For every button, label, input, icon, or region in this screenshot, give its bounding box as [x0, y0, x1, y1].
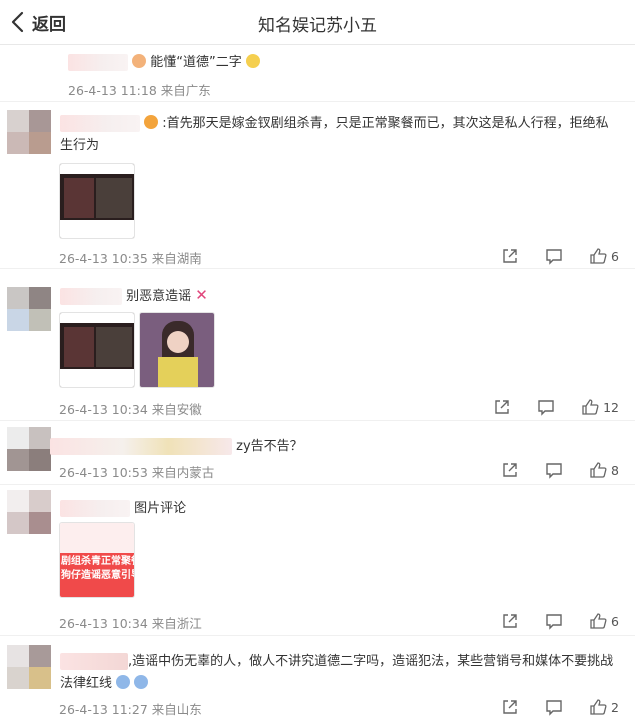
- divider: [0, 101, 635, 102]
- reply-button[interactable]: [545, 461, 563, 479]
- username-blurred[interactable]: [50, 438, 232, 455]
- username-blurred[interactable]: [60, 288, 122, 305]
- comment-body: 图片评论: [60, 498, 186, 520]
- cross-mark-icon: ✕: [195, 286, 208, 304]
- divider: [0, 635, 635, 636]
- comment-text: zy告不告？: [236, 439, 303, 454]
- username-blurred[interactable]: [60, 115, 140, 132]
- comment-body: 能懂“道德”二字: [68, 52, 260, 74]
- crying-emoji-icon: [134, 675, 149, 689]
- comment-text: 能懂“道德”二字: [150, 55, 242, 70]
- reply-button[interactable]: [545, 698, 563, 716]
- divider: [0, 268, 635, 269]
- comment-actions: 6: [475, 612, 619, 630]
- crying-emoji-icon: [116, 675, 131, 689]
- share-button[interactable]: [501, 247, 519, 265]
- comment-actions: 8: [475, 461, 619, 479]
- comment-text: :首先那天是嫁金钗剧组杀青，只是正常聚餐而已，其次这是私人行程，拒绝私生行为: [60, 116, 609, 153]
- comment-icon: [538, 400, 554, 416]
- dog-emoji-icon: [132, 54, 147, 68]
- avatar-blurred[interactable]: [7, 490, 51, 534]
- comment-meta: 26-4-13 10:34 来自浙江: [59, 616, 202, 631]
- reply-button[interactable]: [537, 398, 555, 416]
- like-count: 8: [611, 462, 619, 478]
- username-blurred[interactable]: [68, 54, 128, 71]
- comment-icon: [546, 249, 562, 265]
- comment-image[interactable]: [139, 312, 215, 388]
- share-button[interactable]: [501, 698, 519, 716]
- share-button[interactable]: [501, 461, 519, 479]
- like-count: 6: [611, 248, 619, 264]
- like-button[interactable]: 6: [589, 612, 619, 630]
- like-icon: [582, 399, 599, 415]
- comment-meta: 26-4-13 10:34 来自安徽: [59, 402, 202, 417]
- smirk-emoji-icon: [245, 54, 260, 68]
- avatar-blurred[interactable]: [7, 287, 51, 331]
- image-caption: 剧组杀青正常聚餐: [61, 556, 135, 567]
- comment-meta: 26-4-13 11:27 来自山东: [59, 702, 202, 717]
- like-count: 2: [611, 699, 619, 715]
- comment-body: zy告不告？: [50, 436, 303, 458]
- comment-meta: 26-4-13 11:18 来自广东: [68, 83, 211, 98]
- avatar-blurred[interactable]: [7, 645, 51, 689]
- comment-text: 别恶意造谣: [126, 289, 192, 304]
- comment-actions: 2: [475, 698, 619, 716]
- like-button[interactable]: 12: [581, 398, 619, 416]
- like-button[interactable]: 2: [589, 698, 619, 716]
- share-icon: [503, 463, 517, 477]
- comment-body: ,造谣中伤无辜的人，做人不讲究道德二字吗，造谣犯法，某些营销号和媒体不要挑战法律…: [60, 651, 625, 695]
- comment-actions: 6: [475, 247, 619, 265]
- share-icon: [503, 249, 517, 263]
- comment-actions: 12: [467, 398, 619, 416]
- like-button[interactable]: 6: [589, 247, 619, 265]
- page-title: 知名娱记苏小五: [258, 16, 377, 36]
- comment-icon: [546, 614, 562, 630]
- like-icon: [590, 699, 607, 715]
- share-icon: [503, 700, 517, 714]
- username-blurred[interactable]: [60, 500, 130, 517]
- like-icon: [590, 462, 607, 478]
- avatar-blurred[interactable]: [7, 427, 51, 471]
- comment-image[interactable]: 剧组杀青正常聚餐 狗仔造谣恶意引导: [59, 522, 135, 598]
- comment-body: :首先那天是嫁金钗剧组杀青，只是正常聚餐而已，其次这是私人行程，拒绝私生行为: [60, 113, 620, 157]
- share-button[interactable]: [493, 398, 511, 416]
- comment-text: 图片评论: [134, 501, 187, 516]
- like-button[interactable]: 8: [589, 461, 619, 479]
- share-icon: [503, 614, 517, 628]
- username-blurred[interactable]: [60, 653, 128, 670]
- comment-icon: [546, 700, 562, 716]
- comment-image[interactable]: [59, 163, 135, 239]
- reply-button[interactable]: [545, 247, 563, 265]
- comment-image[interactable]: [59, 312, 135, 388]
- comment-body: 别恶意造谣 ✕: [60, 284, 208, 308]
- like-count: 12: [603, 399, 619, 415]
- scream-emoji-icon: [144, 115, 159, 129]
- divider: [0, 420, 635, 421]
- comment-meta: 26-4-13 10:53 来自内蒙古: [59, 465, 215, 480]
- share-icon: [495, 400, 509, 414]
- image-caption: 狗仔造谣恶意引导: [61, 570, 135, 581]
- like-count: 6: [611, 613, 619, 629]
- comment-icon: [546, 463, 562, 479]
- reply-button[interactable]: [545, 612, 563, 630]
- like-icon: [590, 248, 607, 264]
- like-icon: [590, 613, 607, 629]
- avatar-blurred[interactable]: [7, 110, 51, 154]
- comment-meta: 26-4-13 10:35 来自湖南: [59, 251, 202, 266]
- divider: [0, 484, 635, 485]
- top-bar: 返回 知名娱记苏小五: [0, 0, 635, 45]
- share-button[interactable]: [501, 612, 519, 630]
